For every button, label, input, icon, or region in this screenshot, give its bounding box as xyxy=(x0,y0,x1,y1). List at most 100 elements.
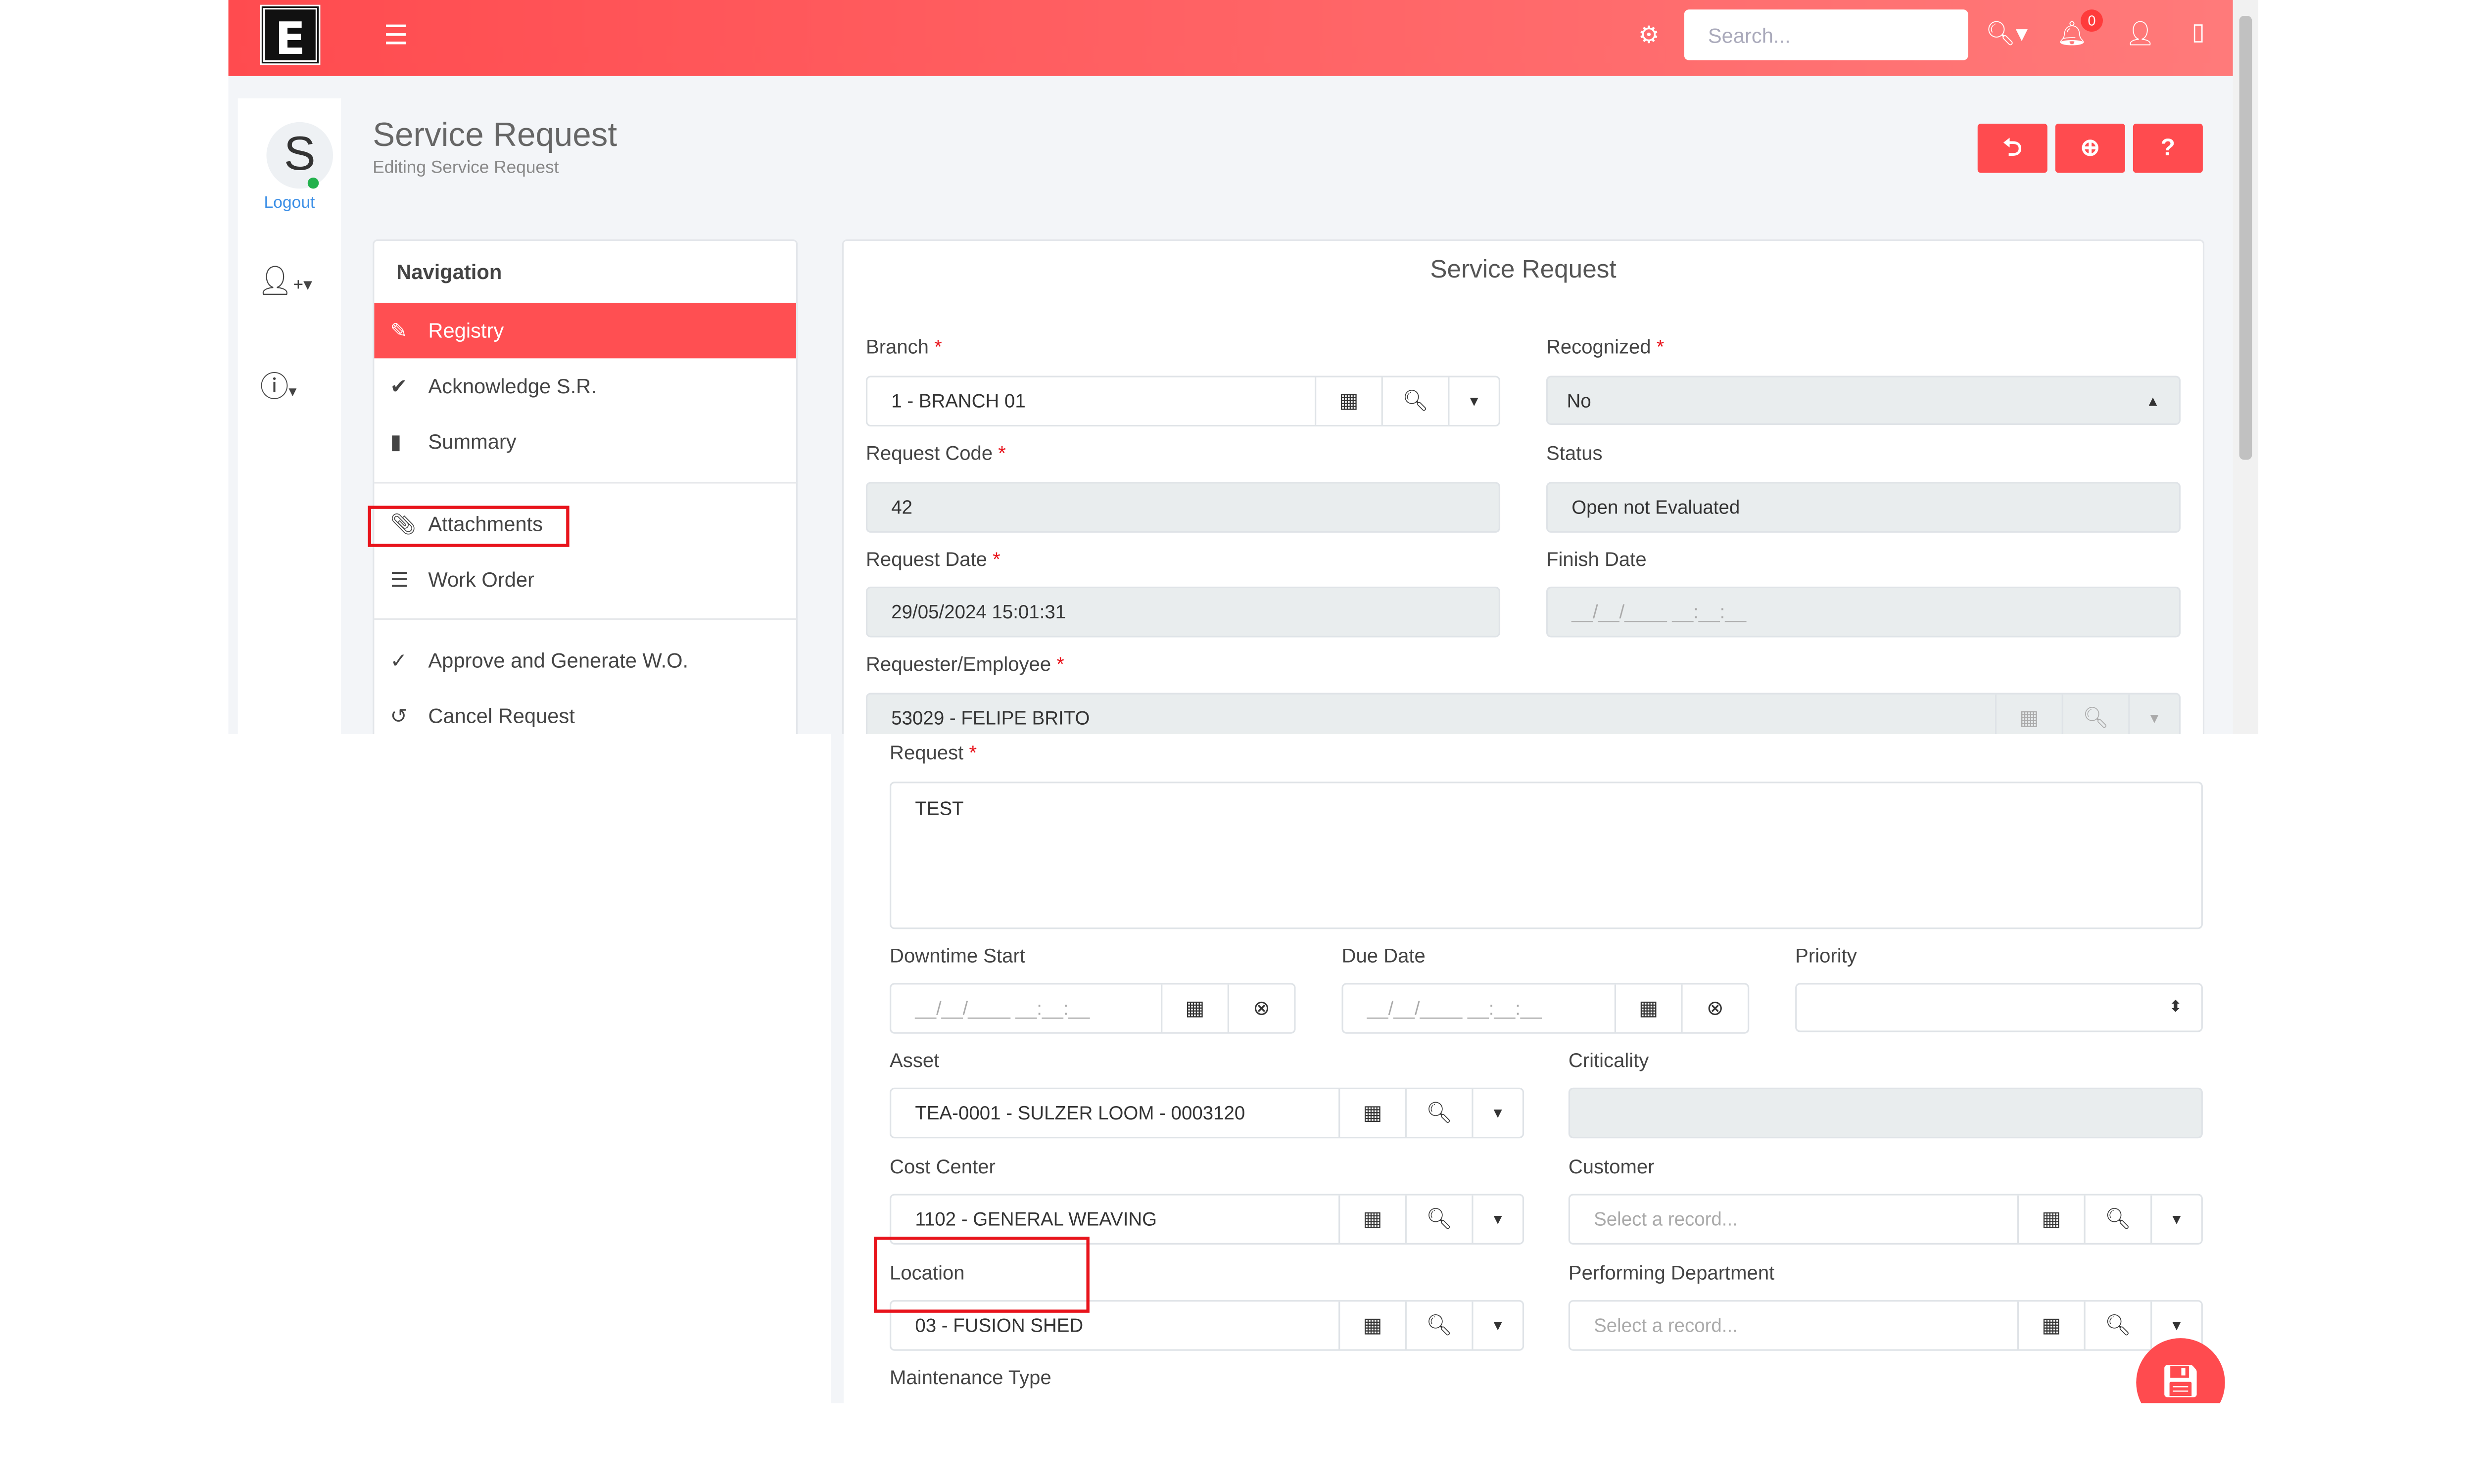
page-subtitle: Editing Service Request xyxy=(373,158,559,178)
search-icon[interactable]: 🔍︎ xyxy=(1405,1195,1472,1243)
highlight-box-location xyxy=(874,1236,1090,1313)
maintenance-type-label: Maintenance Type xyxy=(890,1366,1051,1389)
qr-code-icon[interactable]: ▦ xyxy=(1995,694,2062,734)
customer-field[interactable]: Select a record... ▦ 🔍︎ ▼ xyxy=(1568,1194,2203,1245)
chevron-down-icon[interactable]: ▼ xyxy=(1472,1089,1522,1137)
due-date-field[interactable]: __/__/____ __:__:__ ▦ ⊗ xyxy=(1341,983,1750,1034)
request-textarea[interactable]: TEST xyxy=(890,782,2203,929)
top-section: E ☰ ⚙ Search... 🔍︎▾ 🔔︎ 0 👤︎ ▯ S Logout 👤… xyxy=(228,0,2259,734)
page-title: Service Request xyxy=(373,117,618,154)
online-status-dot xyxy=(307,177,319,189)
due-date-input[interactable]: __/__/____ __:__:__ xyxy=(1343,984,1615,1032)
back-button[interactable]: ⮌ xyxy=(1977,123,2047,173)
customer-input[interactable]: Select a record... xyxy=(1570,1196,2017,1243)
search-icon[interactable]: 🔍︎ xyxy=(1405,1301,1472,1349)
priority-select[interactable]: ⬍ xyxy=(1795,983,2203,1032)
sort-arrows-icon: ⬍ xyxy=(2169,999,2183,1017)
search-icon[interactable]: 🔍︎ xyxy=(1381,377,1448,425)
branch-input[interactable]: 1 - BRANCH 01 xyxy=(867,377,1315,425)
status-label: Status xyxy=(1546,442,1603,465)
asset-field[interactable]: TEA-0001 - SULZER LOOM - 0003120 ▦ 🔍︎ ▼ xyxy=(890,1087,1524,1139)
recognized-select[interactable]: No ▲ xyxy=(1546,375,2181,425)
nav-item-approve[interactable]: ✓ Approve and Generate W.O. xyxy=(374,633,796,688)
panel-toggle-icon[interactable]: ▯ xyxy=(2191,17,2204,46)
nav-item-cancel[interactable]: ↺ Cancel Request xyxy=(374,688,796,734)
add-user-icon[interactable]: 👤︎+▾ xyxy=(257,265,312,298)
nav-item-work-order[interactable]: ☰ Work Order xyxy=(374,552,796,607)
branch-label: Branch * xyxy=(865,336,942,359)
qr-code-icon[interactable]: ▦ xyxy=(1338,1089,1405,1137)
nav-item-acknowledge[interactable]: ✔ Acknowledge S.R. xyxy=(374,358,796,414)
nav-label: Work Order xyxy=(428,567,534,592)
chevron-down-icon[interactable]: ▼ xyxy=(2128,694,2179,734)
requester-input[interactable]: 53029 - FELIPE BRITO xyxy=(867,695,1995,734)
left-rail: S Logout 👤︎+▾ ⓘ▾ xyxy=(238,98,341,734)
asset-input[interactable]: TEA-0001 - SULZER LOOM - 0003120 xyxy=(891,1089,1338,1137)
qr-code-icon[interactable]: ▦ xyxy=(1338,1301,1405,1349)
qr-code-icon[interactable]: ▦ xyxy=(1315,377,1381,425)
downtime-start-label: Downtime Start xyxy=(890,945,1025,968)
hamburger-menu-icon[interactable]: ☰ xyxy=(384,21,408,52)
due-date-label: Due Date xyxy=(1341,945,1426,968)
search-icon[interactable]: 🔍︎ xyxy=(2084,1301,2151,1349)
qr-code-icon[interactable]: ▦ xyxy=(2017,1301,2084,1349)
chevron-down-icon[interactable]: ▼ xyxy=(1472,1195,1522,1243)
request-date-input[interactable]: 29/05/2024 15:01:31 xyxy=(865,586,1501,638)
finish-date-label: Finish Date xyxy=(1546,548,1647,571)
scrollbar-thumb[interactable] xyxy=(2239,16,2252,460)
help-button[interactable]: ? xyxy=(2133,123,2203,173)
top-header: E ☰ ⚙ Search... 🔍︎▾ 🔔︎ 0 👤︎ ▯ xyxy=(228,0,2233,76)
qr-code-icon[interactable]: ▦ xyxy=(2017,1195,2084,1243)
finish-date-input[interactable]: __/__/____ __:__:__ xyxy=(1546,586,2181,638)
search-dropdown-icon[interactable]: 🔍︎▾ xyxy=(1986,19,2028,47)
status-input[interactable]: Open not Evaluated xyxy=(1546,482,2181,533)
asset-label: Asset xyxy=(890,1049,940,1072)
check-icon: ✓ xyxy=(390,648,408,672)
user-icon[interactable]: 👤︎ xyxy=(2125,19,2155,47)
clear-icon[interactable]: ⊗ xyxy=(1227,984,1294,1032)
branch-field[interactable]: 1 - BRANCH 01 ▦ 🔍︎ ▼ xyxy=(865,375,1501,427)
avatar[interactable]: S xyxy=(266,122,333,189)
request-date-label: Request Date * xyxy=(865,548,1000,571)
nav-label: Acknowledge S.R. xyxy=(428,374,597,398)
cost-center-input[interactable]: 1102 - GENERAL WEAVING xyxy=(891,1196,1338,1243)
nav-label: Registry xyxy=(428,319,504,343)
nav-label: Cancel Request xyxy=(428,704,575,728)
nav-label: Summary xyxy=(428,429,517,454)
performing-department-input[interactable]: Select a record... xyxy=(1570,1301,2017,1349)
info-icon[interactable]: ⓘ▾ xyxy=(260,365,297,406)
nav-item-registry[interactable]: ✎ Registry xyxy=(374,303,796,359)
search-icon[interactable]: 🔍︎ xyxy=(2084,1195,2151,1243)
search-input[interactable]: Search... xyxy=(1684,9,1968,60)
requester-label: Requester/Employee * xyxy=(865,653,1064,676)
request-label: Request * xyxy=(890,742,977,764)
list-icon: ☰ xyxy=(390,566,409,591)
search-icon[interactable]: 🔍︎ xyxy=(2061,694,2129,734)
chevron-down-icon[interactable]: ▼ xyxy=(1448,377,1499,425)
performing-department-field[interactable]: Select a record... ▦ 🔍︎ ▼ xyxy=(1568,1300,2203,1351)
criticality-input[interactable] xyxy=(1568,1087,2203,1139)
priority-label: Priority xyxy=(1795,945,1857,968)
nav-item-summary[interactable]: ▮ Summary xyxy=(374,414,796,469)
downtime-start-field[interactable]: __/__/____ __:__:__ ▦ ⊗ xyxy=(890,983,1296,1034)
notification-badge: 0 xyxy=(2081,9,2103,32)
calendar-icon[interactable]: ▦ xyxy=(1161,984,1228,1032)
calendar-icon[interactable]: ▦ xyxy=(1614,984,1681,1032)
app-logo[interactable]: E xyxy=(260,4,321,65)
requester-field[interactable]: 53029 - FELIPE BRITO ▦ 🔍︎ ▼ xyxy=(865,693,2181,734)
screenshot: E ☰ ⚙ Search... 🔍︎▾ 🔔︎ 0 👤︎ ▯ S Logout 👤… xyxy=(0,0,2474,1484)
chevron-down-icon[interactable]: ▼ xyxy=(2150,1195,2201,1243)
request-code-input[interactable]: 42 xyxy=(865,482,1501,533)
search-icon[interactable]: 🔍︎ xyxy=(1405,1089,1472,1137)
add-button[interactable]: ⊕ xyxy=(2055,123,2125,173)
edit-icon: ✎ xyxy=(390,318,408,342)
recognized-label: Recognized * xyxy=(1546,336,1665,359)
logout-link[interactable]: Logout xyxy=(238,193,341,212)
divider xyxy=(374,618,796,620)
gear-icon[interactable]: ⚙ xyxy=(1638,21,1660,49)
chevron-down-icon[interactable]: ▼ xyxy=(1472,1301,1522,1349)
clear-icon[interactable]: ⊗ xyxy=(1681,984,1748,1032)
qr-code-icon[interactable]: ▦ xyxy=(1338,1195,1405,1243)
criticality-label: Criticality xyxy=(1568,1049,1649,1072)
downtime-start-input[interactable]: __/__/____ __:__:__ xyxy=(891,984,1161,1032)
